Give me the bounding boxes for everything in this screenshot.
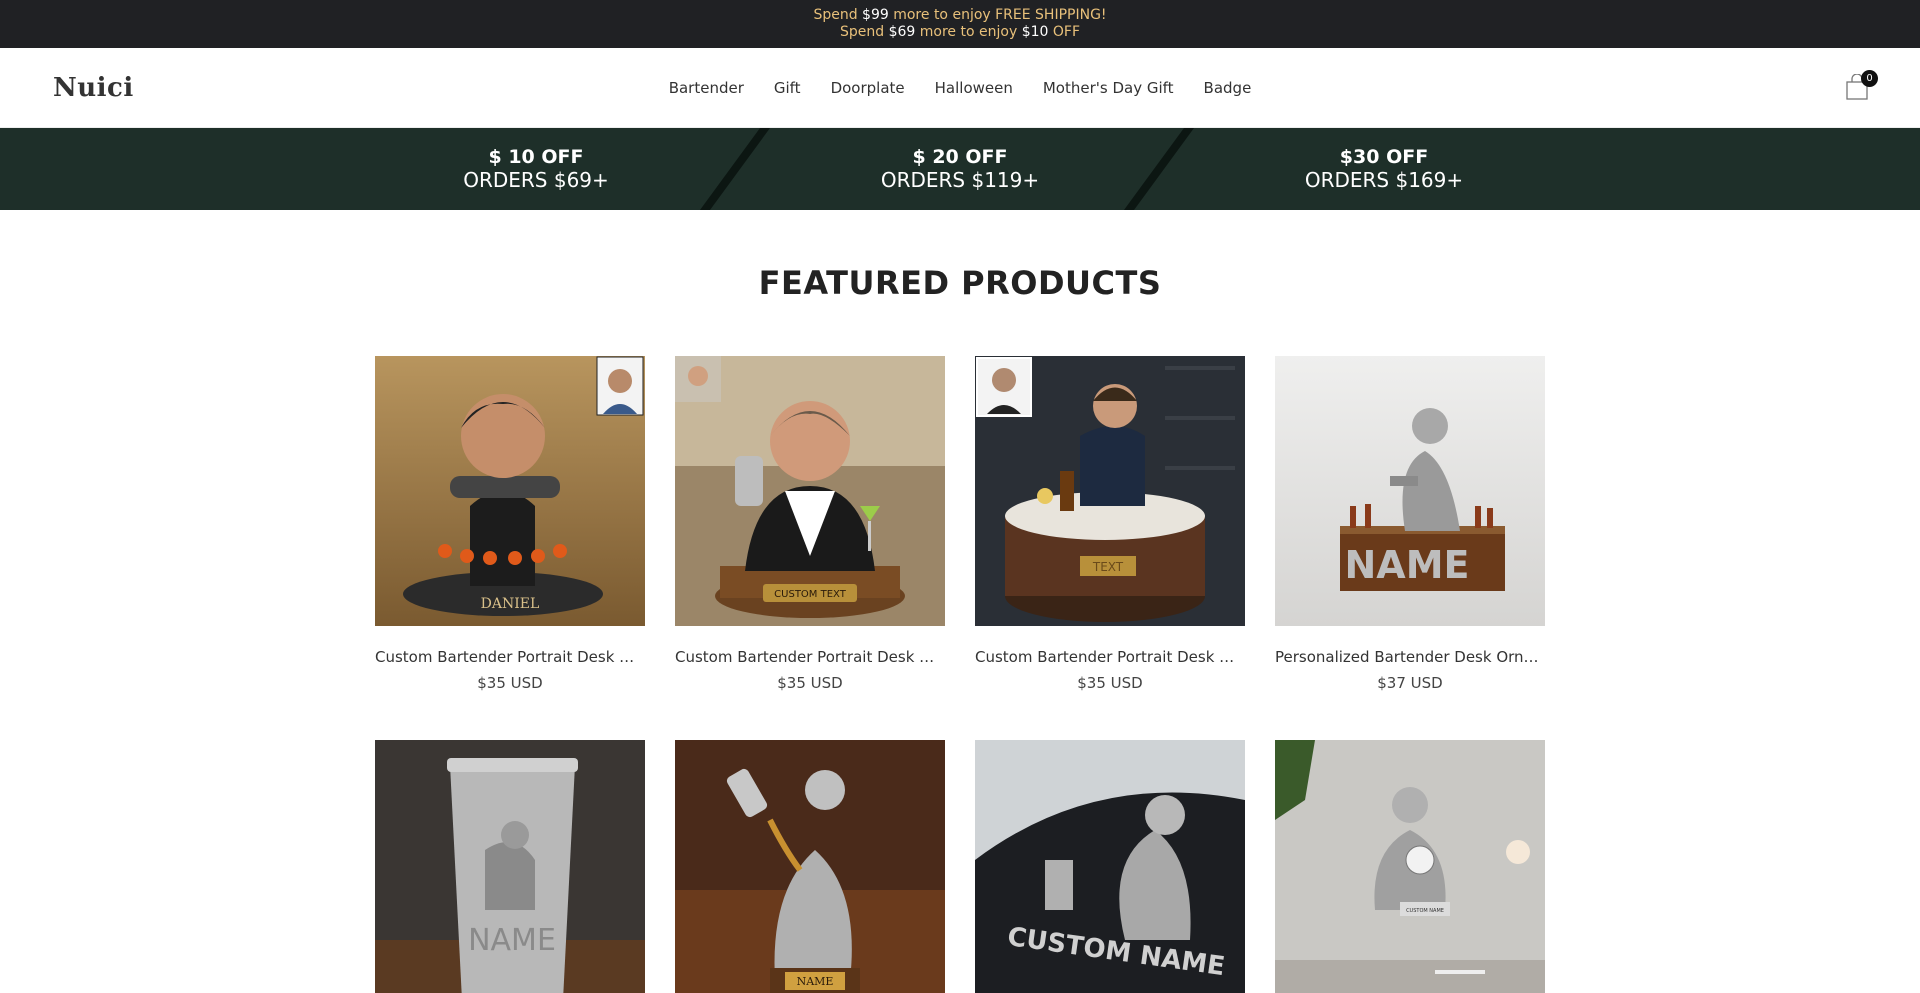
engraved-name: NAME <box>1345 543 1470 587</box>
announcement-text: OFF <box>1048 24 1080 40</box>
promo-tier-2: $ 20 OFF ORDERS $119+ <box>748 128 1172 210</box>
promo-title: $ 20 OFF <box>912 146 1008 168</box>
cart-count-badge: 0 <box>1861 70 1878 87</box>
product-image[interactable]: NAME <box>1275 356 1545 626</box>
announcement-text: Spend <box>813 7 863 23</box>
nav-item-bartender[interactable]: Bartender <box>669 79 744 97</box>
product-grid: DANIEL Custom Bartender Portrait Desk De… <box>375 356 1545 993</box>
product-card[interactable]: CUSTOM NAME <box>1275 740 1545 993</box>
promo-subtitle: ORDERS $119+ <box>880 168 1040 192</box>
engraved-name: NAME <box>797 975 834 988</box>
site-logo[interactable]: Nuici <box>53 73 134 103</box>
nav-item-halloween[interactable]: Halloween <box>935 79 1013 97</box>
nav-item-mothers-day-gift[interactable]: Mother's Day Gift <box>1043 79 1174 97</box>
announcement-amount: $69 <box>888 24 916 40</box>
product-image[interactable]: CUSTOM NAME <box>1275 740 1545 993</box>
announcement-line-2: Spend $69 more to enjoy $10 OFF <box>840 24 1080 41</box>
engraved-text: CUSTOM TEXT <box>774 589 847 600</box>
announcement-amount: $99 <box>862 7 889 23</box>
nav-item-doorplate[interactable]: Doorplate <box>831 79 905 97</box>
product-price: $35 USD <box>477 674 543 692</box>
promo-subtitle: ORDERS $69+ <box>463 168 609 192</box>
product-price: $35 USD <box>1077 674 1143 692</box>
promo-title: $30 OFF <box>1339 146 1429 168</box>
main-nav: Bartender Gift Doorplate Halloween Mothe… <box>0 48 1920 127</box>
product-image[interactable]: CUSTOM TEXT <box>675 356 945 626</box>
product-card[interactable]: CUSTOM TEXT Custom Bartender Portrait De… <box>675 356 945 692</box>
announcement-line-1: Spend $99 more to enjoy FREE SHIPPING! <box>813 7 1106 24</box>
featured-products-heading: FEATURED PRODUCTS <box>758 264 1162 302</box>
announcement-text: more to enjoy <box>915 24 1022 40</box>
promo-tier-1: $ 10 OFF ORDERS $69+ <box>324 128 748 210</box>
cart-button[interactable]: 0 <box>1846 70 1878 102</box>
nav-item-gift[interactable]: Gift <box>774 79 801 97</box>
product-image[interactable]: NAME <box>375 740 645 993</box>
engraved-name: DANIEL <box>481 596 540 612</box>
product-card[interactable]: NAME <box>375 740 645 993</box>
product-card[interactable]: NAME Personalized Bartender Desk Ornamen… <box>1275 356 1545 692</box>
announcement-amount: $10 <box>1021 24 1049 40</box>
engraved-name: CUSTOM NAME <box>1406 908 1444 914</box>
promo-tier-3: $30 OFF ORDERS $169+ <box>1172 128 1596 210</box>
promo-banner: $ 10 OFF ORDERS $69+ $ 20 OFF ORDERS $11… <box>0 128 1920 210</box>
promo-title: $ 10 OFF <box>488 146 584 168</box>
product-image[interactable]: CUSTOM NAME <box>975 740 1245 993</box>
product-price: $37 USD <box>1377 674 1443 692</box>
product-title[interactable]: Custom Bartender Portrait Desk Decor <box>975 648 1245 666</box>
product-image[interactable]: DANIEL <box>375 356 645 626</box>
product-card[interactable]: CUSTOM NAME <box>975 740 1245 993</box>
product-title[interactable]: Custom Bartender Portrait Desk Decor <box>675 648 945 666</box>
product-card[interactable]: DANIEL Custom Bartender Portrait Desk De… <box>375 356 645 692</box>
product-title[interactable]: Personalized Bartender Desk Ornament <box>1275 648 1545 666</box>
product-card[interactable]: NAME <box>675 740 945 993</box>
announcement-text: Spend <box>839 24 889 40</box>
nav-item-badge[interactable]: Badge <box>1204 79 1252 97</box>
promo-subtitle: ORDERS $169+ <box>1304 168 1464 192</box>
announcement-bar: Spend $99 more to enjoy FREE SHIPPING! S… <box>0 0 1920 48</box>
promo-divider <box>700 128 770 210</box>
product-image[interactable]: TEXT <box>975 356 1245 626</box>
product-card[interactable]: TEXT Custom Bartender Portrait Desk Deco… <box>975 356 1245 692</box>
engraved-text: TEXT <box>1092 560 1124 574</box>
engraved-name: NAME <box>468 923 556 958</box>
announcement-text: more to enjoy FREE SHIPPING! <box>888 7 1107 23</box>
product-price: $35 USD <box>777 674 843 692</box>
product-title[interactable]: Custom Bartender Portrait Desk Decor <box>375 648 645 666</box>
product-image[interactable]: NAME <box>675 740 945 993</box>
site-header: Nuici Bartender Gift Doorplate Halloween… <box>0 48 1920 128</box>
promo-divider <box>1124 128 1194 210</box>
